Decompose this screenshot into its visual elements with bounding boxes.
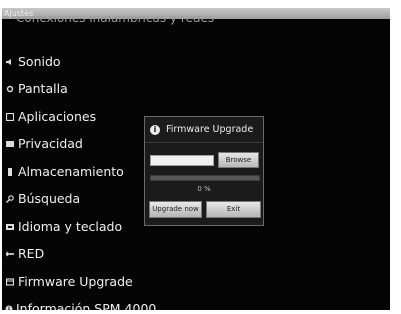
speaker-icon	[5, 58, 15, 66]
apps-icon	[5, 112, 15, 121]
menu-item-label: RED	[18, 246, 45, 261]
menu-item-label: Pantalla	[18, 81, 68, 96]
progress-percent: 0 %	[197, 185, 211, 193]
menu-item-aplicaciones[interactable]: Aplicaciones	[2, 103, 142, 130]
dialog-title: Firmware Upgrade	[166, 124, 254, 135]
menu-item-label: Firmware Upgrade	[18, 274, 133, 289]
menu-item-label: Almacenamiento	[18, 164, 124, 179]
menu-item-label: Idioma y teclado	[18, 219, 123, 234]
privacy-icon	[5, 140, 15, 148]
info-icon	[5, 305, 13, 310]
menu-item-red[interactable]: RED	[2, 240, 142, 267]
menu-item-busqueda[interactable]: Búsqueda	[2, 185, 142, 212]
brightness-icon	[5, 85, 15, 93]
upgrade-progress-bar	[150, 175, 260, 181]
upgrade-now-button[interactable]: Upgrade now	[149, 201, 202, 218]
network-icon	[5, 250, 15, 258]
menu-item-label: Información SPM 4000	[16, 301, 157, 310]
menu-item-sonido[interactable]: Sonido	[2, 48, 142, 75]
file-path-input[interactable]	[150, 155, 214, 166]
menu-item-idioma[interactable]: Idioma y teclado	[2, 213, 142, 240]
menu-item-label: Sonido	[18, 54, 61, 69]
menu-item-almacenamiento[interactable]: Almacenamiento	[2, 158, 142, 185]
search-icon	[5, 194, 15, 203]
menu-item-informacion[interactable]: Información SPM 4000	[2, 295, 156, 310]
firmware-upgrade-dialog: i Firmware Upgrade Browse 0 % Upgrade no…	[144, 116, 264, 226]
browse-button[interactable]: Browse	[218, 152, 259, 168]
menu-item-label: Búsqueda	[18, 191, 81, 206]
menu-item-label: Aplicaciones	[18, 109, 97, 124]
menu-item-label: Privacidad	[18, 136, 83, 151]
keyboard-icon	[5, 223, 15, 231]
exit-button[interactable]: Exit	[206, 201, 261, 218]
firmware-icon	[5, 277, 15, 286]
storage-icon	[5, 167, 15, 176]
menu-item-firmware-upgrade[interactable]: Firmware Upgrade	[2, 268, 142, 295]
menu-item-pantalla[interactable]: Pantalla	[2, 75, 142, 102]
settings-screen: Ajustes Conexiones inalámbricas y redes …	[2, 8, 390, 310]
info-icon: i	[150, 124, 160, 135]
menu-item-privacidad[interactable]: Privacidad	[2, 130, 142, 157]
dialog-header: i Firmware Upgrade	[145, 117, 263, 143]
menu-item-cutoff[interactable]: Conexiones inalámbricas y redes	[16, 16, 214, 26]
